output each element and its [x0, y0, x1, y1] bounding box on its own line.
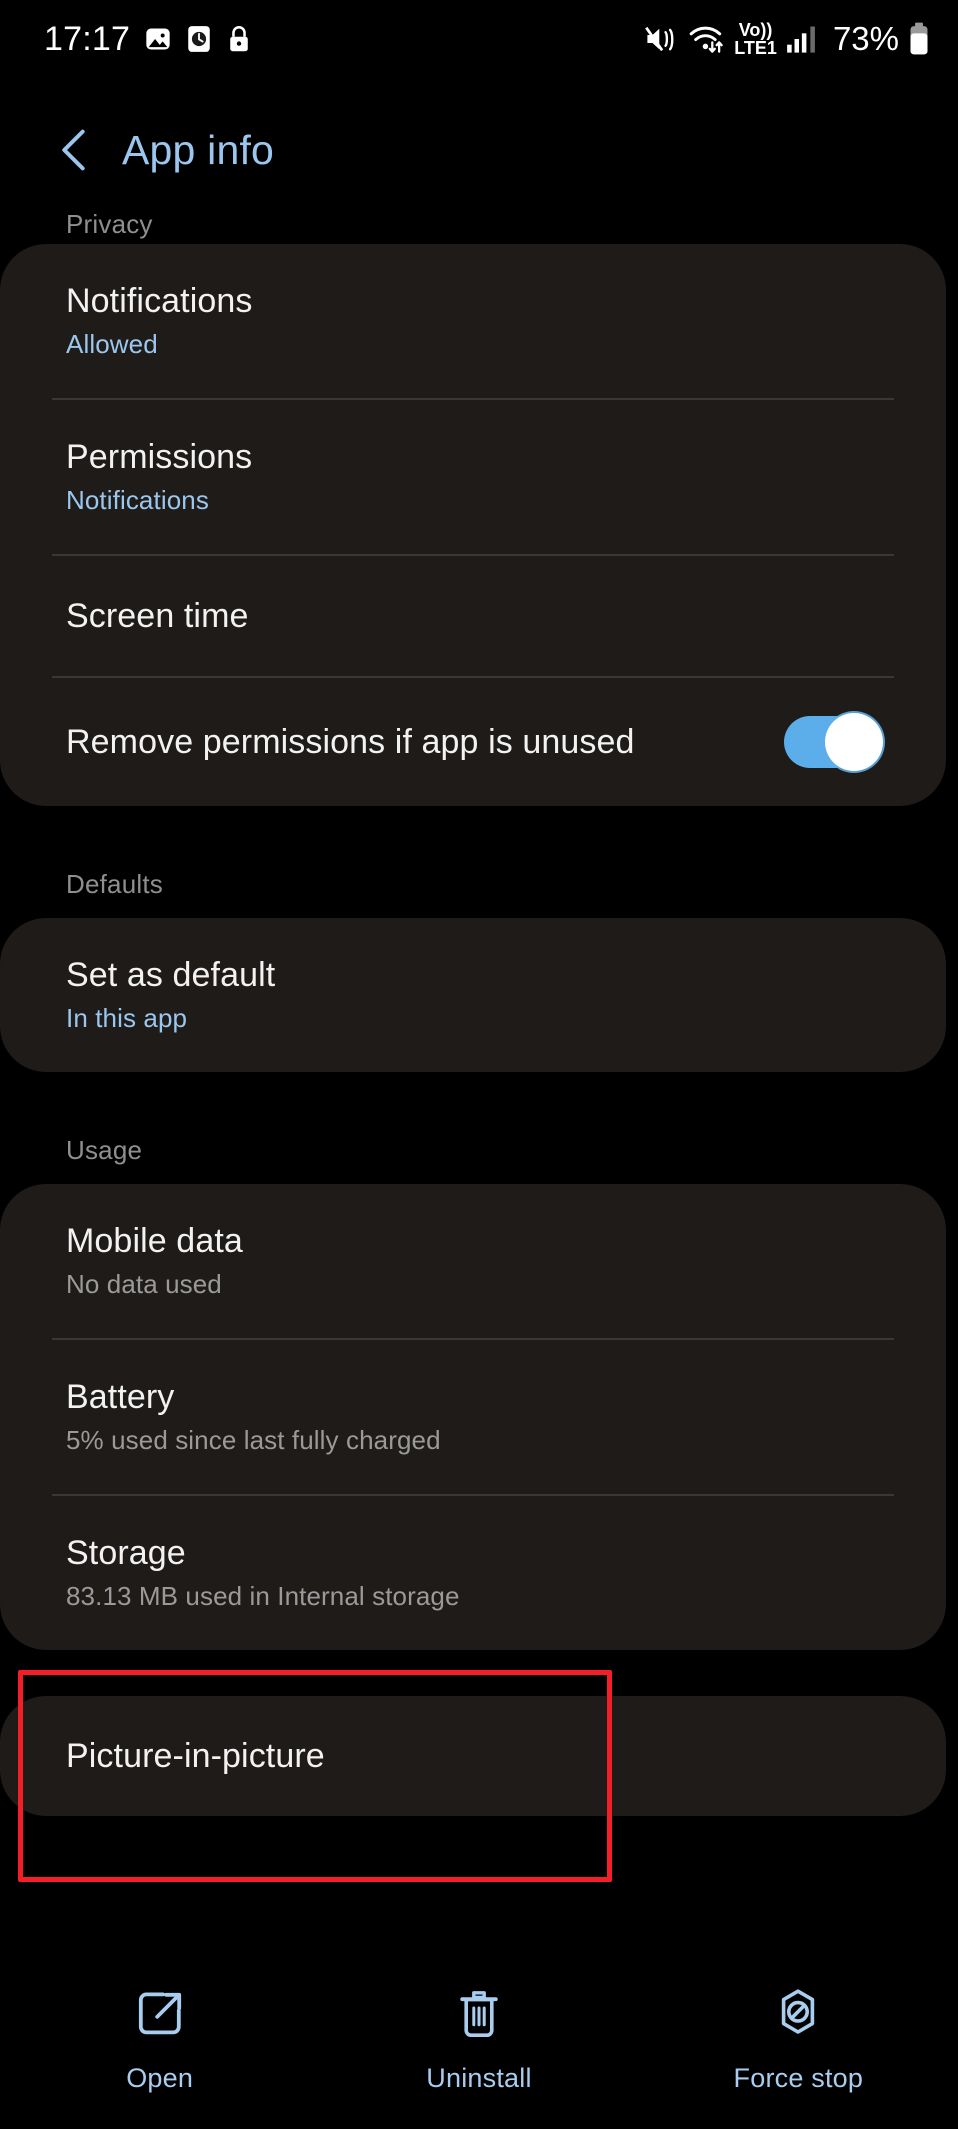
- list-item-subtitle: 83.13 MB used in Internal storage: [66, 1581, 460, 1611]
- mute-vibrate-icon: [644, 24, 678, 54]
- list-item-subtitle: Allowed: [66, 329, 158, 359]
- volte-label-top: Vo)): [738, 20, 773, 40]
- list-item-picture-in-picture[interactable]: Picture-in-picture: [0, 1696, 946, 1816]
- volte-label-bottom: LTE1: [734, 38, 777, 58]
- list-item-title: Picture-in-picture: [66, 1736, 325, 1775]
- list-item-title: Notifications: [66, 282, 253, 320]
- photo-icon: [144, 25, 172, 53]
- section-header-usage: Usage: [66, 1135, 143, 1165]
- alarm-clock-icon: [186, 25, 212, 53]
- list-item-subtitle: In this app: [66, 1003, 188, 1033]
- settings-scroll-container[interactable]: Privacy Notifications Allowed Permission…: [0, 192, 958, 1952]
- chevron-left-icon[interactable]: [52, 127, 98, 173]
- volte-icon: Vo)) LTE1: [734, 21, 777, 57]
- force-stop-button[interactable]: Force stop: [668, 1988, 928, 2094]
- list-item-notifications[interactable]: Notifications Allowed: [0, 244, 946, 398]
- status-bar-left: 17:17: [44, 20, 252, 59]
- status-bar: 17:17 Vo)) LTE1 73%: [0, 0, 958, 78]
- list-item-subtitle: 5% used since last fully charged: [66, 1425, 441, 1455]
- toggle-thumb: [825, 713, 883, 771]
- page-title: App info: [122, 126, 275, 173]
- status-clock: 17:17: [44, 19, 131, 58]
- battery-percent-label: 73%: [832, 20, 899, 57]
- list-item-set-as-default[interactable]: Set as default In this app: [0, 918, 946, 1072]
- settings-card-defaults: Set as default In this app: [0, 918, 946, 1072]
- bottom-action-bar: Open Uninstall Force stop: [0, 1953, 958, 2129]
- uninstall-button[interactable]: Uninstall: [349, 1988, 609, 2094]
- open-button[interactable]: Open: [30, 1988, 290, 2094]
- list-item-title: Mobile data: [66, 1222, 243, 1260]
- uninstall-button-label: Uninstall: [426, 2063, 532, 2093]
- open-button-label: Open: [126, 2063, 194, 2093]
- section-header-privacy: Privacy: [66, 209, 153, 239]
- list-item-title: Permissions: [66, 438, 253, 476]
- list-item-screen-time[interactable]: Screen time: [0, 556, 946, 676]
- remove-permissions-toggle[interactable]: [784, 713, 883, 771]
- list-item-title: Storage: [66, 1534, 186, 1572]
- list-item-battery[interactable]: Battery 5% used since last fully charged: [0, 1340, 946, 1494]
- list-item-title: Set as default: [66, 956, 276, 994]
- force-stop-button-label: Force stop: [733, 2063, 864, 2093]
- list-item-storage[interactable]: Storage 83.13 MB used in Internal storag…: [0, 1496, 946, 1650]
- settings-card-usage: Mobile data No data used Battery 5% used…: [0, 1184, 946, 1650]
- list-item-title: Remove permissions if app is unused: [66, 722, 635, 761]
- list-item-mobile-data[interactable]: Mobile data No data used: [0, 1184, 946, 1338]
- open-in-new-icon: [134, 1988, 186, 2045]
- list-item-title: Screen time: [66, 596, 249, 635]
- trash-can-icon: [453, 1988, 505, 2045]
- list-item-subtitle: No data used: [66, 1269, 222, 1299]
- section-header-defaults: Defaults: [66, 869, 163, 899]
- block-stop-icon: [772, 1988, 824, 2045]
- wifi-data-icon: [687, 23, 725, 55]
- list-item-subtitle: Notifications: [66, 485, 209, 515]
- app-bar: App info: [0, 108, 958, 192]
- status-bar-right: Vo)) LTE1 73%: [644, 20, 930, 58]
- list-item-title: Battery: [66, 1378, 175, 1416]
- list-item-remove-permissions[interactable]: Remove permissions if app is unused: [0, 678, 946, 806]
- signal-bars-icon: [786, 24, 820, 54]
- battery-icon: [908, 22, 930, 56]
- settings-card-privacy: Notifications Allowed Permissions Notifi…: [0, 244, 946, 806]
- lock-icon: [226, 24, 252, 54]
- settings-card-advanced: Picture-in-picture: [0, 1696, 946, 1816]
- list-item-permissions[interactable]: Permissions Notifications: [0, 400, 946, 554]
